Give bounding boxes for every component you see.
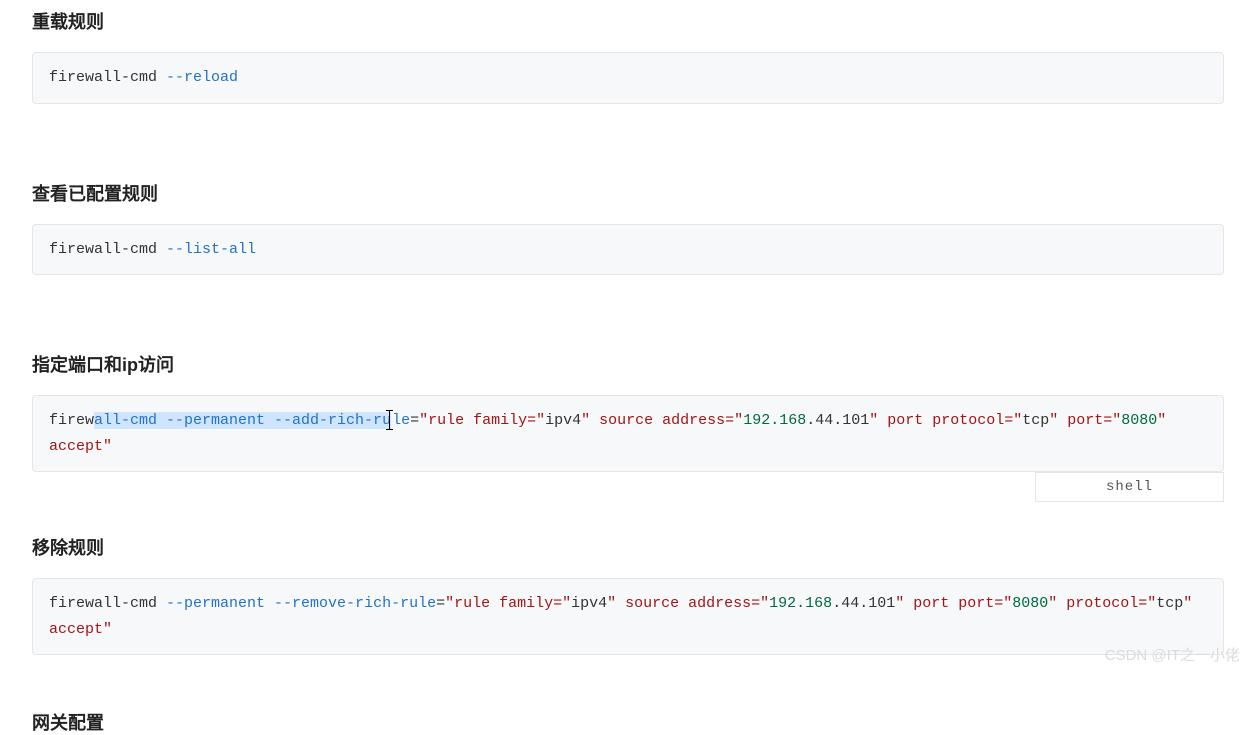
- code-add-rule: firewall-cmd --permanent --add-rich-rule…: [32, 395, 1224, 472]
- code-token: " source address=": [581, 412, 743, 429]
- code-reload: firewall-cmd --reload: [32, 52, 1224, 104]
- code-token: le: [392, 412, 410, 429]
- code-token: 8080: [1121, 412, 1157, 429]
- code-token: all-cmd --permanent --add-rich-ru: [94, 412, 391, 429]
- heading-list-rules: 查看已配置规则: [32, 180, 1224, 206]
- code-token: firewall-cmd: [49, 595, 166, 612]
- code-token: firewall-cmd: [49, 69, 166, 86]
- code-token: 192.168: [769, 595, 832, 612]
- code-token: tcp: [1022, 412, 1049, 429]
- code-token: "rule family=": [419, 412, 545, 429]
- heading-reload-rules: 重载规则: [32, 8, 1224, 34]
- code-remove-rule: firewall-cmd --permanent --remove-rich-r…: [32, 578, 1224, 655]
- code-token: --list-all: [166, 241, 256, 258]
- code-list: firewall-cmd --list-all: [32, 224, 1224, 276]
- code-token: "rule family=": [445, 595, 571, 612]
- code-token: " port protocol=": [869, 412, 1022, 429]
- code-block-reload[interactable]: firewall-cmd --reload: [32, 52, 1224, 104]
- code-token: .44.101: [832, 595, 895, 612]
- code-token: ipv4: [545, 412, 581, 429]
- code-token: firewall-cmd: [49, 241, 166, 258]
- heading-remove-rule: 移除规则: [32, 534, 1224, 560]
- code-token: 8080: [1012, 595, 1048, 612]
- document-content: 重载规则 firewall-cmd --reload 查看已配置规则 firew…: [0, 8, 1256, 735]
- code-block-remove-rule[interactable]: firewall-cmd --permanent --remove-rich-r…: [32, 578, 1224, 655]
- code-block-add-rule[interactable]: firewall-cmd --permanent --add-rich-rule…: [32, 395, 1224, 472]
- code-block-list[interactable]: firewall-cmd --list-all: [32, 224, 1224, 276]
- code-token: " source address=": [607, 595, 769, 612]
- code-token: =: [410, 412, 419, 429]
- heading-gateway-config: 网关配置: [32, 709, 1224, 735]
- language-tag: shell: [1035, 472, 1224, 502]
- code-token: " protocol=": [1048, 595, 1156, 612]
- code-token: --permanent --remove-rich-rule: [166, 595, 436, 612]
- code-token: =: [436, 595, 445, 612]
- code-token: " port=": [1049, 412, 1121, 429]
- code-token: .44.101: [806, 412, 869, 429]
- code-token: 192.168: [743, 412, 806, 429]
- code-token: " port port=": [895, 595, 1012, 612]
- code-token: firew: [49, 412, 94, 429]
- code-token: tcp: [1156, 595, 1183, 612]
- heading-specify-port-ip: 指定端口和ip访问: [32, 351, 1224, 377]
- code-token: ipv4: [571, 595, 607, 612]
- code-token: --reload: [166, 69, 238, 86]
